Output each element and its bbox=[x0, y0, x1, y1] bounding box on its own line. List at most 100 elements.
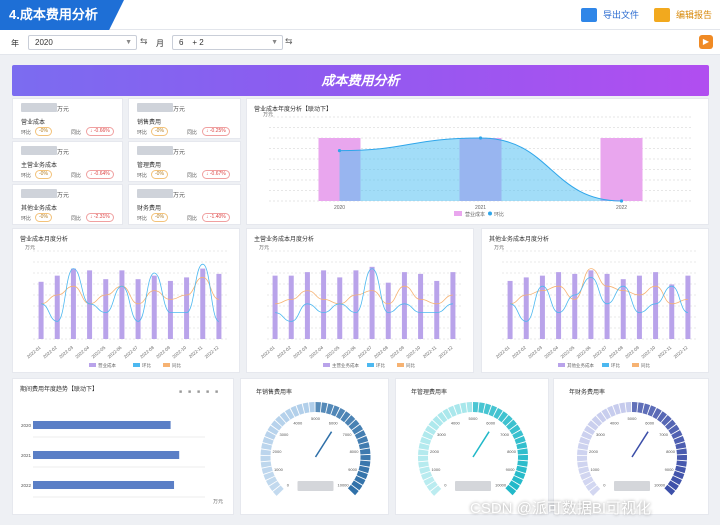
tick-label: 2022 bbox=[21, 483, 32, 488]
bar bbox=[572, 273, 578, 339]
tick-label: 2022-11 bbox=[188, 345, 204, 360]
gauge-value-redacted bbox=[297, 481, 334, 491]
kpi-name: 销售费用 bbox=[137, 120, 162, 126]
gauge-tick-label: 5000 bbox=[469, 416, 479, 421]
series-line bbox=[510, 268, 688, 305]
gauge-needle bbox=[631, 431, 649, 458]
point bbox=[619, 199, 624, 203]
gauge-tick-label: 0 bbox=[287, 483, 290, 488]
gauge-segment bbox=[260, 455, 271, 462]
edit-label: 编辑报告 bbox=[676, 10, 713, 20]
gauge-card-sales: 年销售费用率 0 1000 2000 3000 4000 5000 6000 7000 8000… bbox=[240, 378, 389, 515]
kpi-yoy-label: 同比 bbox=[187, 173, 198, 179]
gauge-tick-label: 6000 bbox=[329, 420, 339, 425]
tick-label: 2022-08 bbox=[139, 345, 155, 360]
gauge-tick-label: 0 bbox=[444, 483, 447, 488]
tick-label: 2022-11 bbox=[657, 345, 673, 360]
gauge-segment bbox=[418, 449, 429, 456]
bar bbox=[33, 451, 180, 459]
year-select[interactable]: 2020 ▼ bbox=[28, 35, 137, 50]
year-filter-icon[interactable]: ⇆ bbox=[140, 36, 148, 47]
legend-label: 环比 bbox=[142, 362, 151, 369]
gauge-tick-label: 8000 bbox=[507, 449, 517, 454]
bar bbox=[604, 273, 610, 339]
gauge-value-redacted bbox=[614, 481, 650, 491]
bar bbox=[54, 275, 60, 339]
tick-label: 2022-09 bbox=[389, 345, 405, 360]
legend-swatch bbox=[323, 363, 330, 367]
bar bbox=[33, 421, 171, 429]
tick-label: 2022-09 bbox=[624, 345, 640, 360]
toolbar-icon: ■ bbox=[188, 389, 191, 395]
month-filter-icon[interactable]: ⇆ bbox=[285, 36, 293, 47]
watermark: CSDN @派可数据BI可视化 bbox=[470, 500, 652, 517]
tick-label: 2022-09 bbox=[155, 345, 171, 360]
bar bbox=[620, 279, 626, 339]
gauge-needle bbox=[314, 431, 333, 458]
gauge-segment bbox=[676, 454, 687, 461]
kpi-yoy-badge: ↓ -0.25% bbox=[202, 127, 230, 136]
filter-bar: 年 2020 ▼ ⇆ 月 6 + 2 ▼ ⇆ bbox=[0, 30, 720, 55]
gauge-segment bbox=[473, 402, 479, 413]
kpi-card: 万元 其他业务成本 环比 -0% 同比 ↓ -2.31% bbox=[12, 184, 123, 225]
gauge-segment bbox=[577, 449, 588, 456]
kpi-value-redacted bbox=[137, 146, 173, 155]
gauge-segment bbox=[676, 460, 687, 467]
bar bbox=[523, 277, 529, 339]
gauge-segment bbox=[517, 454, 528, 461]
bar bbox=[556, 272, 562, 339]
legend-swatch bbox=[133, 363, 140, 367]
page-title-tab: 4.成本费用分析 bbox=[0, 0, 124, 30]
tick-label: 2020 bbox=[21, 423, 32, 428]
kpi-mom-badge: -0% bbox=[35, 213, 52, 222]
bar bbox=[321, 270, 327, 339]
kpi-yoy-badge: ↓ -0.64% bbox=[86, 170, 114, 179]
kpi-unit: 万元 bbox=[173, 107, 186, 113]
gauge-tick-label: 0 bbox=[603, 483, 606, 488]
kpi-mom-badge: -0% bbox=[151, 213, 168, 222]
bar bbox=[33, 481, 175, 489]
legend-swatch bbox=[397, 363, 404, 367]
tick-label: 2022-07 bbox=[357, 345, 373, 360]
gauge-segment bbox=[478, 402, 485, 414]
bar bbox=[184, 277, 190, 339]
legend-label: 同比 bbox=[641, 362, 650, 369]
monthly-other-cost-chart: 其他业务成本月度分析 万元 2022-01 2022-02 2022-03 2022-0… bbox=[481, 228, 709, 373]
gauge-tick-label: 3000 bbox=[437, 432, 447, 437]
gauge-segment bbox=[260, 449, 271, 456]
legend-label: 同比 bbox=[172, 362, 181, 369]
kpi-card: 万元 管理费用 环比 -0% 同比 ↓ -0.67% bbox=[128, 141, 241, 182]
bar bbox=[434, 280, 440, 339]
tick-label: 2022-07 bbox=[592, 345, 608, 360]
gauge-segment bbox=[418, 455, 429, 462]
monthly-cost-chart: 营业成本月度分析 万元 2022-01 2022-02 2022-03 2022-04 2… bbox=[12, 228, 240, 373]
kpi-value-redacted bbox=[21, 103, 57, 112]
gauge-tick-label: 2000 bbox=[273, 449, 283, 454]
kpi-unit: 万元 bbox=[57, 150, 70, 156]
tick-label: 2022 bbox=[616, 205, 627, 211]
area bbox=[339, 138, 622, 201]
kpi-name: 其他业务成本 bbox=[21, 206, 58, 212]
axis-unit: 万元 bbox=[213, 499, 223, 505]
point bbox=[478, 136, 483, 140]
query-button[interactable]: ▶ bbox=[699, 35, 713, 49]
year-label: 年 bbox=[11, 39, 19, 48]
edit-report-button[interactable]: 编辑报告 bbox=[654, 6, 712, 24]
legend-swatch bbox=[602, 363, 609, 367]
gauge-tick-label: 2000 bbox=[430, 449, 440, 454]
tick-label: 2022-12 bbox=[438, 345, 454, 360]
bar bbox=[167, 280, 173, 339]
legend-label: 环比 bbox=[376, 362, 385, 369]
tick-label: 2022-01 bbox=[260, 345, 276, 360]
tick-label: 2022-12 bbox=[673, 345, 689, 360]
export-button[interactable]: 导出文件 bbox=[581, 6, 639, 24]
tick-label: 2022-10 bbox=[171, 345, 187, 360]
month-value-2: + 2 bbox=[192, 38, 204, 47]
legend-swatch bbox=[558, 363, 565, 367]
gauge-needle bbox=[472, 431, 490, 458]
gauge-segment bbox=[320, 402, 328, 414]
bar bbox=[216, 273, 222, 339]
month-select[interactable]: 6 + 2 ▼ bbox=[172, 35, 283, 50]
toolbar-icon: ■ bbox=[179, 389, 182, 395]
bar bbox=[539, 275, 545, 339]
